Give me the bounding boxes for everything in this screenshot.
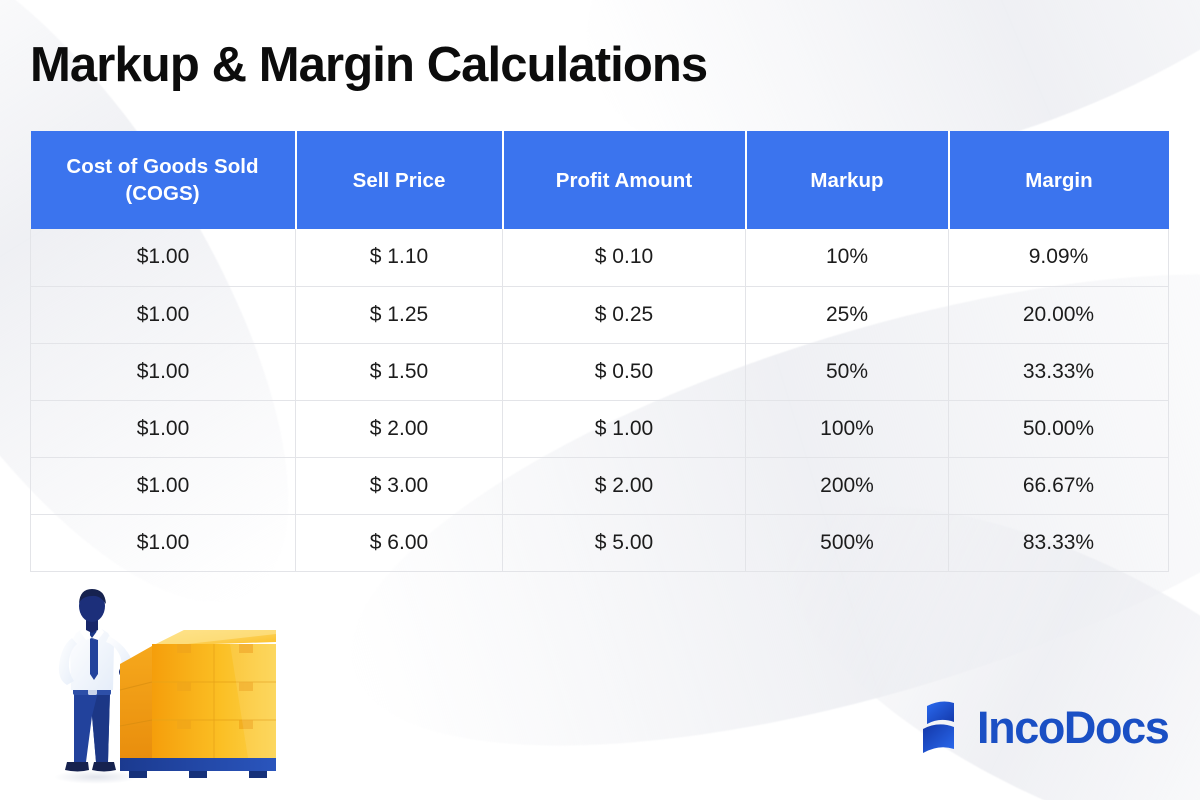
table-header-row: Cost of Goods Sold (COGS) Sell Price Pro… [30, 131, 1169, 229]
table-row: $1.00 $ 1.10 $ 0.10 10% 9.09% [30, 229, 1169, 287]
incodocs-flag-mark-icon [921, 699, 967, 757]
table-header: Cost of Goods Sold (COGS) Sell Price Pro… [30, 131, 1169, 229]
cell-sell-price: $ 1.25 [295, 286, 503, 344]
cell-sell-price: $ 2.00 [295, 400, 503, 458]
cell-cogs: $1.00 [30, 400, 296, 458]
markup-margin-table-container: Cost of Goods Sold (COGS) Sell Price Pro… [30, 131, 1169, 572]
pallet [120, 758, 276, 778]
column-header-cogs: Cost of Goods Sold (COGS) [30, 131, 297, 229]
cell-profit-amount: $ 0.25 [502, 286, 746, 344]
table-row: $1.00 $ 1.25 $ 0.25 25% 20.00% [30, 286, 1169, 344]
cell-markup: 10% [745, 229, 949, 287]
businessman-with-pallet-illustration [34, 586, 284, 792]
incodocs-logo-text: IncoDocs [977, 702, 1170, 753]
cell-markup: 25% [745, 286, 949, 344]
cell-profit-amount: $ 1.00 [502, 400, 746, 458]
cell-profit-amount: $ 0.10 [502, 229, 746, 287]
page-title: Markup & Margin Calculations [30, 38, 708, 92]
cell-margin: 66.67% [948, 457, 1169, 515]
cell-markup: 500% [745, 514, 949, 572]
table-row: $1.00 $ 3.00 $ 2.00 200% 66.67% [30, 457, 1169, 515]
cell-cogs: $1.00 [30, 343, 296, 401]
cell-profit-amount: $ 2.00 [502, 457, 746, 515]
cell-profit-amount: $ 5.00 [502, 514, 746, 572]
slide-canvas: Markup & Margin Calculations Cost of Goo… [0, 0, 1200, 800]
cell-cogs: $1.00 [30, 514, 296, 572]
table-body: $1.00 $ 1.10 $ 0.10 10% 9.09% $1.00 $ 1.… [30, 229, 1169, 572]
column-header-margin: Margin [948, 131, 1169, 229]
cell-markup: 100% [745, 400, 949, 458]
cell-margin: 33.33% [948, 343, 1169, 401]
incodocs-logo: IncoDocs [921, 697, 1170, 759]
cell-markup: 50% [745, 343, 949, 401]
cell-margin: 50.00% [948, 400, 1169, 458]
cell-sell-price: $ 1.50 [295, 343, 503, 401]
cell-margin: 9.09% [948, 229, 1169, 287]
cell-sell-price: $ 3.00 [295, 457, 503, 515]
table-row: $1.00 $ 1.50 $ 0.50 50% 33.33% [30, 343, 1169, 401]
cell-sell-price: $ 1.10 [295, 229, 503, 287]
table-row: $1.00 $ 2.00 $ 1.00 100% 50.00% [30, 400, 1169, 458]
column-header-sell-price: Sell Price [295, 131, 504, 229]
markup-margin-table: Cost of Goods Sold (COGS) Sell Price Pro… [30, 131, 1169, 572]
column-header-profit-amount: Profit Amount [502, 131, 747, 229]
cell-margin: 20.00% [948, 286, 1169, 344]
cell-sell-price: $ 6.00 [295, 514, 503, 572]
cell-markup: 200% [745, 457, 949, 515]
box-stack [119, 630, 276, 758]
figure-shadow [54, 770, 138, 784]
cell-cogs: $1.00 [30, 286, 296, 344]
table-row: $1.00 $ 6.00 $ 5.00 500% 83.33% [30, 514, 1169, 572]
cell-cogs: $1.00 [30, 457, 296, 515]
cell-profit-amount: $ 0.50 [502, 343, 746, 401]
column-header-markup: Markup [745, 131, 950, 229]
cell-margin: 83.33% [948, 514, 1169, 572]
cell-cogs: $1.00 [30, 229, 296, 287]
